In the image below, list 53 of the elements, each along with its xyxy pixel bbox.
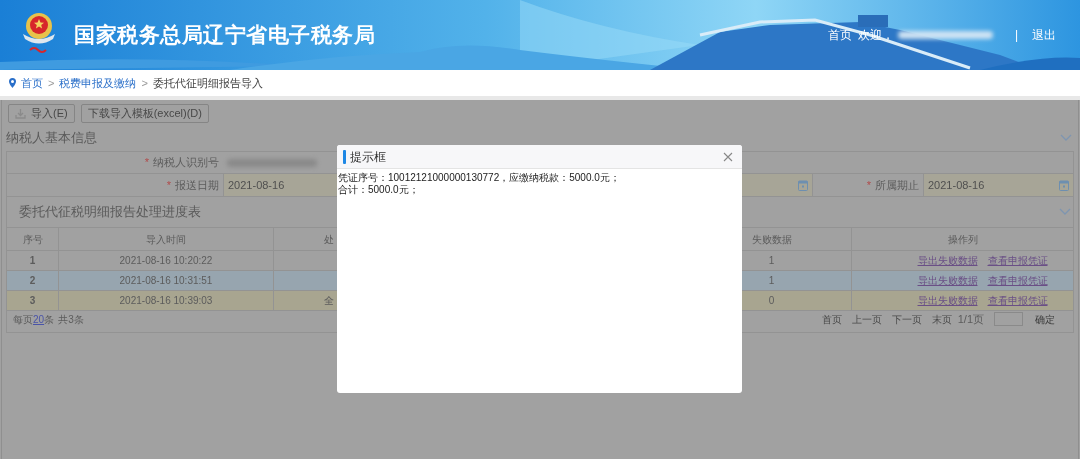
- total-count: 共3条: [58, 312, 84, 327]
- calendar-icon[interactable]: [798, 179, 808, 191]
- download-template-button[interactable]: 下载导入模板(excel)(D): [80, 104, 209, 123]
- column-header: 处: [323, 232, 335, 247]
- page-info: 1/1页: [957, 312, 984, 327]
- pagination-link[interactable]: 首页: [821, 311, 842, 327]
- section-title: 委托代征税明细报告处理进度表: [19, 203, 201, 222]
- page-size-link[interactable]: 20: [33, 311, 45, 327]
- site-title: 国家税务总局辽宁省电子税务局: [74, 22, 376, 49]
- export-failed-link[interactable]: 导出失败数据: [917, 253, 978, 268]
- breadcrumb-separator: >: [141, 75, 148, 91]
- view-voucher-link[interactable]: 查看申报凭证: [987, 293, 1048, 308]
- dialog-message: 凭证序号：10012121000000130772，应缴纳税款：5000.0元；: [338, 172, 621, 184]
- title-accent-bar: [343, 149, 346, 164]
- breadcrumb-current: 委托代征明细报告导入: [152, 75, 263, 91]
- required-mark: *: [144, 155, 149, 171]
- calendar-icon[interactable]: [1059, 179, 1069, 191]
- chevron-down-icon[interactable]: [1059, 208, 1071, 216]
- logout-link[interactable]: 退出: [1032, 26, 1056, 44]
- table-cell-text: 全: [324, 294, 334, 308]
- export-failed-link[interactable]: 导出失败数据: [917, 293, 978, 308]
- column-header: 导入时间: [59, 228, 274, 250]
- chevron-down-icon[interactable]: [1060, 134, 1072, 142]
- table-cell: 2: [7, 271, 59, 290]
- confirm-button[interactable]: 确定: [1035, 311, 1055, 327]
- dialog-title: 提示框: [350, 148, 386, 166]
- view-voucher-link[interactable]: 查看申报凭证: [987, 253, 1048, 268]
- breadcrumb-link[interactable]: 税费申报及缴纳: [59, 74, 137, 92]
- export-failed-link[interactable]: 导出失败数据: [917, 273, 978, 288]
- home-link[interactable]: 首页: [827, 26, 852, 44]
- column-header: 操作列: [946, 232, 979, 247]
- breadcrumb-link[interactable]: 首页: [21, 74, 43, 92]
- table-cell: 2021-08-16 10:20:22: [59, 251, 274, 270]
- breadcrumb-separator: >: [48, 75, 55, 91]
- table-cell: 1: [7, 251, 59, 270]
- page-size-label: 条: [44, 312, 55, 327]
- import-button[interactable]: 导入(E): [8, 104, 75, 123]
- location-pin-icon: [9, 78, 16, 88]
- nav-separator: |: [1014, 27, 1018, 44]
- page-size-label: 每页: [13, 312, 33, 327]
- section-title: 纳税人基本信息: [6, 129, 97, 148]
- required-mark: *: [166, 177, 171, 193]
- table-cell: 2021-08-16 10:39:03: [59, 291, 274, 310]
- dialog-message: 合计：5000.0元；: [338, 184, 420, 196]
- table-cell: 2021-08-16 10:31:51: [59, 271, 274, 290]
- required-mark: *: [866, 177, 871, 193]
- close-icon[interactable]: [723, 151, 733, 162]
- table-cell: 3: [7, 291, 59, 310]
- view-voucher-link[interactable]: 查看申报凭证: [987, 273, 1048, 288]
- field-label: 报送日期: [175, 177, 219, 193]
- column-header: 序号: [7, 228, 59, 250]
- pagination-link[interactable]: 末页: [931, 311, 952, 327]
- date-field[interactable]: 2021-08-16: [923, 174, 1073, 196]
